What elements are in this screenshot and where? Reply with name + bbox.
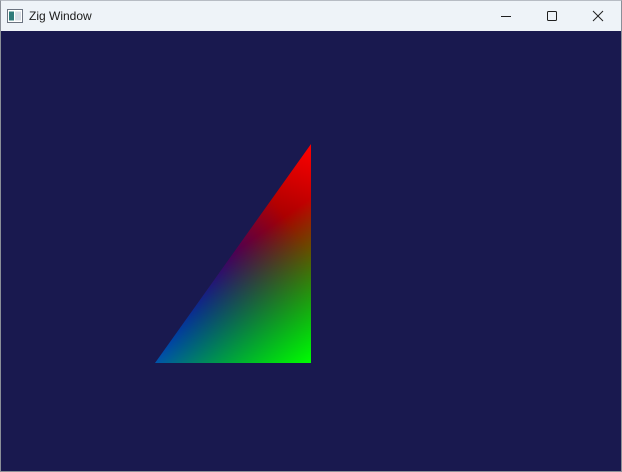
app-window: Zig Window bbox=[0, 0, 622, 472]
scene-svg bbox=[1, 31, 621, 471]
minimize-icon bbox=[500, 10, 512, 22]
maximize-button[interactable] bbox=[529, 1, 575, 31]
close-button[interactable] bbox=[575, 1, 621, 31]
title-bar[interactable]: Zig Window bbox=[1, 1, 621, 31]
render-canvas[interactable] bbox=[1, 31, 621, 471]
window-app-icon[interactable] bbox=[7, 9, 23, 23]
maximize-icon bbox=[546, 10, 558, 22]
window-title: Zig Window bbox=[29, 9, 92, 23]
close-icon bbox=[592, 10, 604, 22]
minimize-button[interactable] bbox=[483, 1, 529, 31]
